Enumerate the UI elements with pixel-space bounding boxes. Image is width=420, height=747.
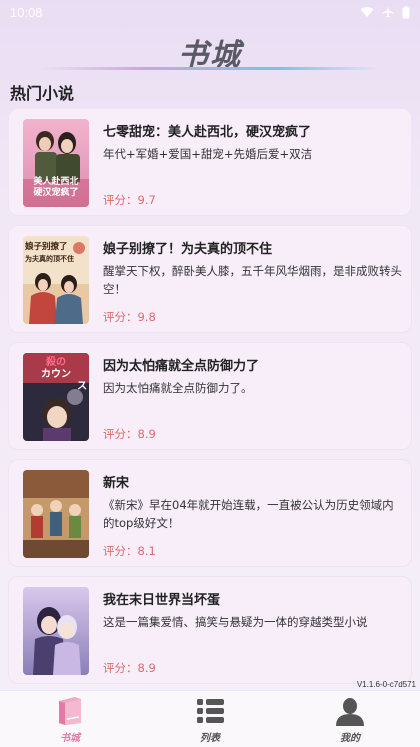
cover-text: 美人赴西北 bbox=[33, 177, 79, 187]
status-bar: 10:08 bbox=[0, 0, 420, 24]
cover-text: 为夫真的顶不住 bbox=[25, 254, 74, 263]
cover-text: 娘子别撩了 bbox=[25, 242, 68, 252]
book-cover-image bbox=[23, 470, 89, 558]
book-score: 评分：8.9 bbox=[103, 427, 156, 441]
airplane-icon bbox=[382, 6, 394, 18]
book-cover[interactable]: 殺の カウン ス bbox=[23, 353, 89, 441]
status-time: 10:08 bbox=[10, 4, 43, 20]
cover-text: ス bbox=[77, 381, 87, 392]
page-header: 书城 bbox=[0, 28, 420, 76]
tab-label: 书城 bbox=[60, 733, 80, 744]
book-card[interactable]: 美人赴西北 硬汉宠疯了 七零甜宠：美人赴西北，硬汉宠疯了 年代+军婚+爱国+甜宠… bbox=[8, 108, 412, 216]
book-icon bbox=[59, 697, 81, 725]
book-score: 评分：8.9 bbox=[103, 661, 156, 675]
book-title: 七零甜宠：美人赴西北，硬汉宠疯了 bbox=[103, 125, 312, 140]
book-card[interactable]: 殺の カウン ス 因为太怕痛就全点防御力了 因为太怕痛就全点防御力了。 评分：8… bbox=[8, 342, 412, 450]
list-icon bbox=[197, 699, 224, 723]
tab-mine[interactable]: 我的 bbox=[280, 691, 420, 747]
book-title: 新宋 bbox=[103, 476, 130, 491]
book-score: 评分：8.1 bbox=[103, 544, 156, 558]
cover-text: 殺の bbox=[46, 357, 66, 368]
cover-text: カウン bbox=[41, 369, 71, 380]
wifi-icon bbox=[360, 7, 374, 17]
book-title: 娘子别撩了！为夫真的顶不住 bbox=[103, 242, 273, 257]
book-cover-image bbox=[23, 587, 89, 675]
book-cover[interactable] bbox=[23, 587, 89, 675]
book-score: 评分：9.8 bbox=[103, 310, 156, 324]
book-card[interactable]: 我在末日世界当坏蛋 这是一篇集爱情、搞笑与悬疑为一体的穿越类型小说 评分：8.9 bbox=[8, 576, 412, 684]
book-description: 年代+军婚+爱国+甜宠+先婚后爱+双洁 bbox=[103, 147, 313, 161]
user-icon bbox=[336, 698, 364, 726]
tab-list[interactable]: 列表 bbox=[140, 691, 280, 747]
book-title: 因为太怕痛就全点防御力了 bbox=[103, 359, 260, 374]
status-icons bbox=[360, 5, 410, 19]
book-card[interactable]: 娘子别撩了 为夫真的顶不住 娘子别撩了！为夫真的顶不住 醒掌天下权，醉卧美人膝，… bbox=[8, 225, 412, 333]
bottom-tab-bar: 书城 列表 我的 bbox=[0, 690, 420, 747]
book-description: 《新宋》早在04年就开始连载，一直被公认为历史领域内的top级好文！ bbox=[103, 498, 394, 530]
cover-text: 硬汉宠疯了 bbox=[33, 188, 79, 198]
book-card[interactable]: 新宋 《新宋》早在04年就开始连载，一直被公认为历史领域内的top级好文！ 评分… bbox=[8, 459, 412, 567]
title-underline bbox=[40, 67, 380, 70]
book-cover[interactable]: 娘子别撩了 为夫真的顶不住 bbox=[23, 236, 89, 324]
tab-label: 我的 bbox=[340, 733, 360, 744]
book-description: 醒掌天下权，醉卧美人膝，五千年风华烟雨，是非成败转头空！ bbox=[103, 264, 402, 296]
book-cover[interactable] bbox=[23, 470, 89, 558]
book-description: 因为太怕痛就全点防御力了。 bbox=[103, 381, 253, 395]
battery-icon bbox=[402, 5, 410, 18]
book-description: 这是一篇集爱情、搞笑与悬疑为一体的穿越类型小说 bbox=[103, 615, 368, 629]
tab-label: 列表 bbox=[200, 733, 220, 744]
book-title: 我在末日世界当坏蛋 bbox=[103, 593, 221, 608]
book-cover[interactable]: 美人赴西北 硬汉宠疯了 bbox=[23, 119, 89, 207]
tab-bookstore[interactable]: 书城 bbox=[0, 691, 140, 747]
version-label: V1.1.6-0-c7d571 bbox=[356, 680, 416, 689]
book-score: 评分：9.7 bbox=[103, 193, 156, 207]
section-title-hot-novels: 热门小说 bbox=[10, 84, 75, 103]
